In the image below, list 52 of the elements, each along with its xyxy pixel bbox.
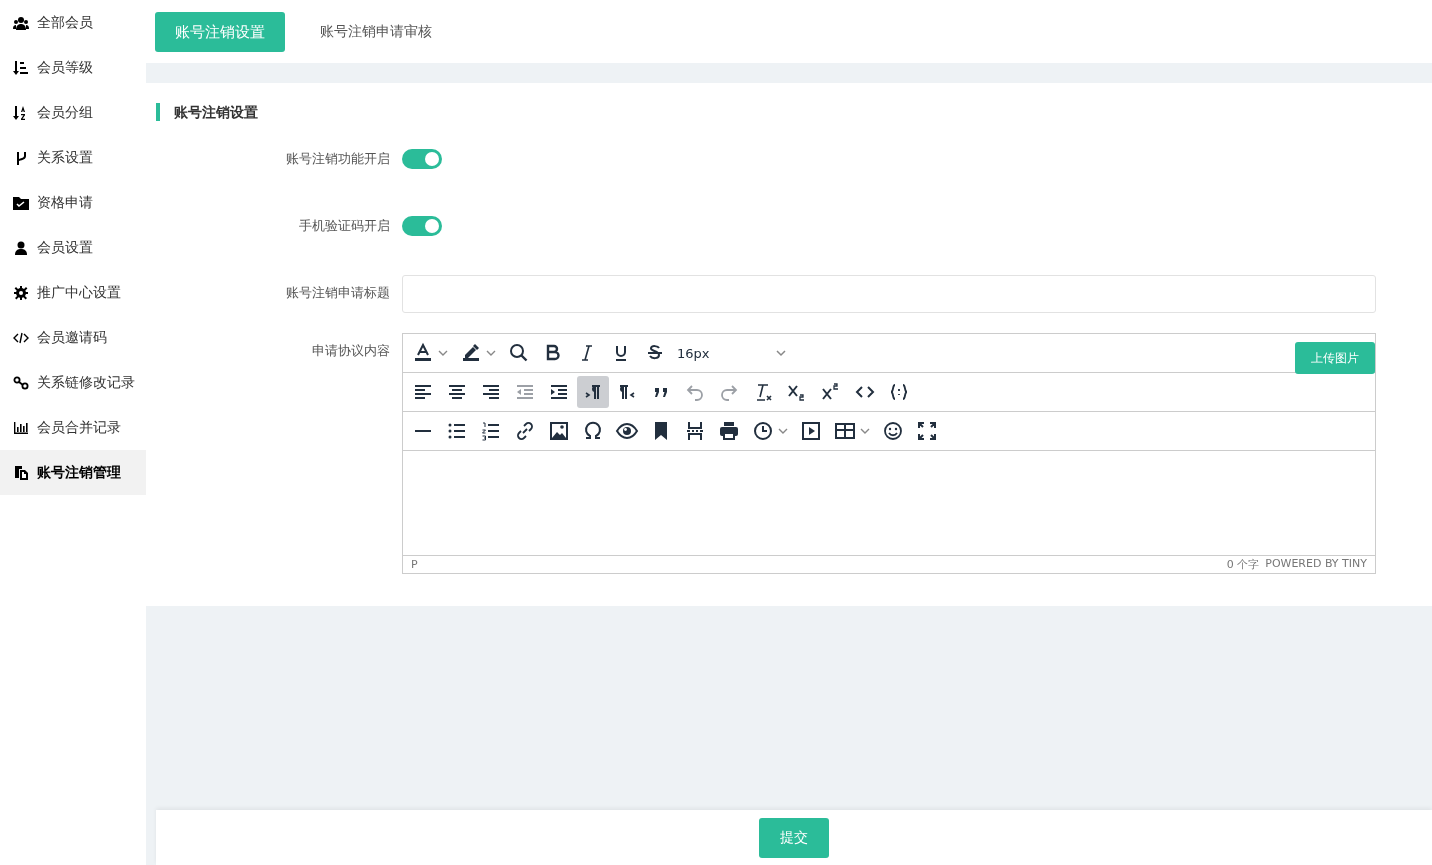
sidebar-item-label: 会员分组 — [37, 103, 93, 122]
input-field[interactable] — [402, 275, 1376, 313]
sidebar-item-label: 会员邀请码 — [37, 328, 107, 347]
sidebar-item[interactable]: 推广中心设置 — [0, 270, 146, 315]
sidebar-item[interactable]: 全部会员 — [0, 0, 146, 45]
user-icon — [13, 239, 29, 256]
font-size-select[interactable]: 16px — [673, 337, 791, 369]
toggle-switch[interactable] — [402, 216, 442, 236]
field-label: 申请协议内容 — [311, 342, 390, 360]
field-label: 手机验证码开启 — [298, 217, 390, 235]
section-title: 账号注销设置 — [156, 103, 1376, 121]
sidebar-item[interactable]: 账号注销管理 — [0, 450, 146, 495]
caret-icon — [775, 347, 787, 359]
sidebar-item-label: 推广中心设置 — [37, 283, 121, 302]
sort-list-icon — [13, 59, 29, 76]
image-icon — [547, 419, 571, 443]
tab[interactable]: 账号注销申请审核 — [300, 11, 452, 52]
sidebar-item[interactable]: 会员等级 — [0, 45, 146, 90]
sidebar-item[interactable]: 资格申请 — [0, 180, 146, 225]
folder-check-icon — [13, 194, 29, 211]
print-icon — [717, 419, 741, 443]
sidebar-item[interactable]: 关系设置 — [0, 135, 146, 180]
sidebar-item-label: 关系链修改记录 — [37, 373, 135, 392]
sidebar-item-label: 会员设置 — [37, 238, 93, 257]
users-icon — [13, 14, 29, 31]
field-label: 账号注销申请标题 — [285, 284, 390, 302]
toggle-switch[interactable] — [402, 149, 442, 169]
sidebar-item-label: 关系设置 — [37, 148, 93, 167]
sidebar-item-label: 会员等级 — [37, 58, 93, 77]
sidebar-item-label: 全部会员 — [37, 13, 93, 32]
sidebar-item[interactable]: 会员合并记录 — [0, 405, 146, 450]
sidebar-item-label: 账号注销管理 — [37, 463, 121, 482]
clock-icon — [751, 419, 775, 443]
bar-chart-icon — [13, 419, 29, 436]
link-icon — [13, 374, 29, 391]
sidebar-item-label: 会员合并记录 — [37, 418, 121, 437]
sidebar-item[interactable]: 会员设置 — [0, 225, 146, 270]
element-path[interactable]: P — [411, 558, 418, 571]
field-label: 账号注销功能开启 — [285, 150, 390, 168]
ltr-button[interactable] — [577, 376, 609, 408]
sidebar-item[interactable]: 关系链修改记录 — [0, 360, 146, 405]
hr-icon — [414, 429, 432, 433]
media-icon — [799, 419, 823, 443]
sidebar-item-label: 资格申请 — [37, 193, 93, 212]
branding-link[interactable]: POWERED BY TINY — [1265, 557, 1367, 572]
gear-icon — [13, 284, 29, 301]
word-count: 0 个字 — [1226, 557, 1260, 572]
sidebar-item[interactable]: 会员邀请码 — [0, 315, 146, 360]
emoticon-icon — [881, 419, 905, 443]
copy-icon — [13, 464, 29, 481]
sidebar-item[interactable]: 会员分组 — [0, 90, 146, 135]
fullscreen-icon — [915, 419, 939, 443]
